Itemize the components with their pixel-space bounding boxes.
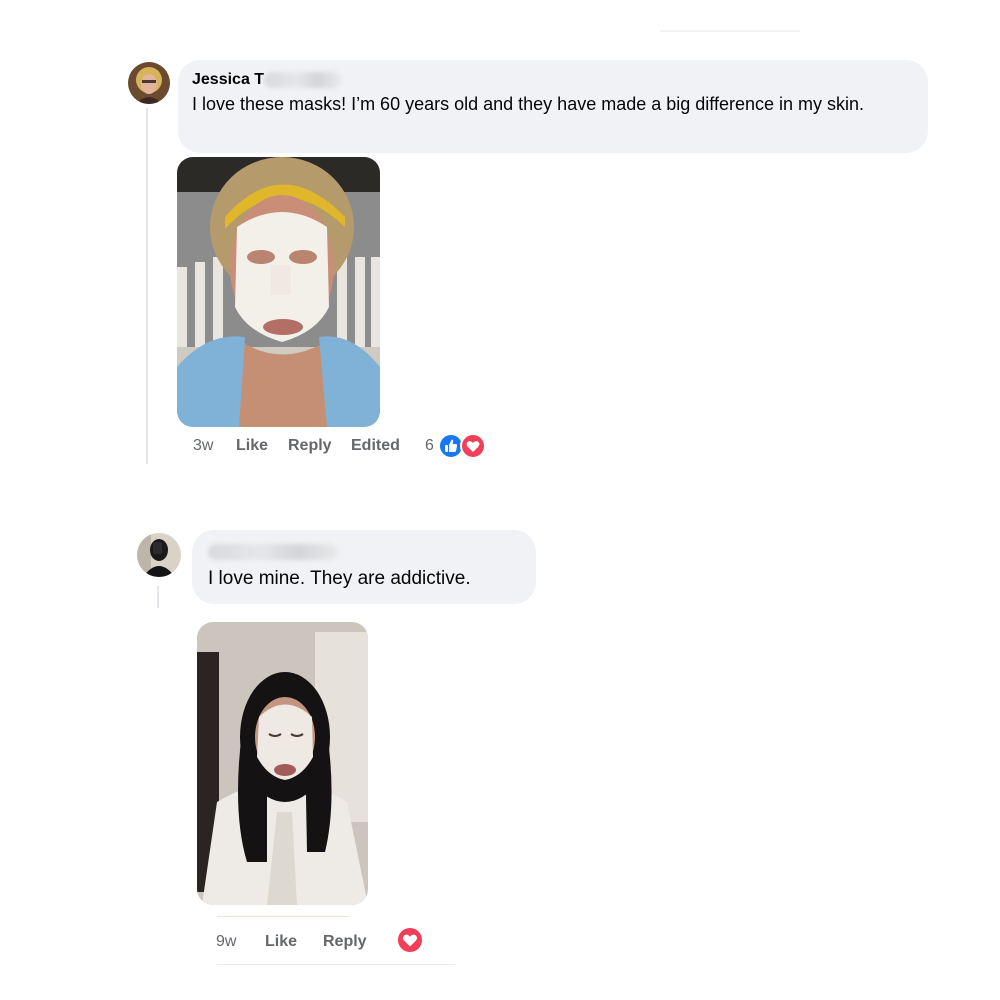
reply-button[interactable]: Reply	[288, 437, 332, 455]
comment-photo[interactable]	[197, 622, 368, 905]
redacted-name	[208, 544, 338, 560]
divider	[217, 916, 349, 917]
like-button[interactable]: Like	[236, 437, 268, 455]
edited-label[interactable]: Edited	[351, 437, 400, 455]
reply-button[interactable]: Reply	[323, 933, 367, 951]
avatar[interactable]	[137, 533, 181, 577]
like-button[interactable]: Like	[265, 933, 297, 951]
thread-line	[157, 586, 159, 608]
comment-photo[interactable]	[177, 157, 380, 427]
comment-bubble: Jessica T I love these masks! I’m 60 yea…	[178, 60, 928, 153]
comment-author[interactable]: Jessica T	[192, 71, 264, 89]
divider	[217, 964, 455, 965]
love-icon[interactable]	[396, 926, 424, 954]
redacted-name	[264, 72, 342, 88]
thread-line	[146, 108, 148, 464]
comment-bubble: I love mine. They are addictive.	[192, 530, 536, 604]
top-divider	[660, 30, 800, 32]
comment-timestamp[interactable]: 3w	[193, 437, 213, 455]
avatar[interactable]	[128, 62, 170, 104]
comment-text: I love these masks! I’m 60 years old and…	[192, 94, 865, 114]
love-icon[interactable]	[460, 433, 486, 459]
comment-text: I love mine. They are addictive.	[208, 568, 471, 589]
comment-timestamp[interactable]: 9w	[216, 933, 236, 951]
reaction-count[interactable]: 6	[425, 437, 434, 455]
